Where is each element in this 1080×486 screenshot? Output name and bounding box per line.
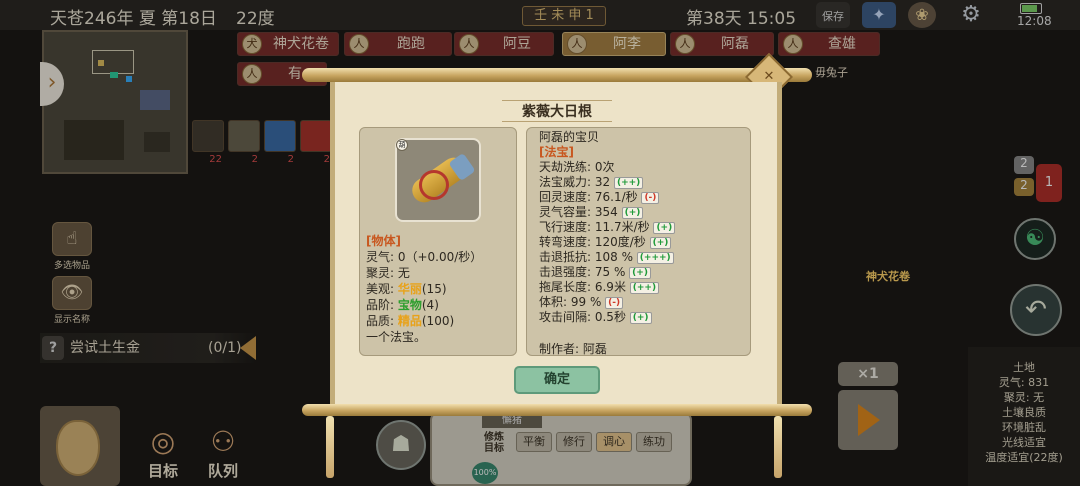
stat-row: 转弯速度: 120度/秒 (+) [539, 235, 675, 250]
stat-row: 拖尾长度: 6.9米 (++) [539, 280, 675, 295]
stat-row: 法宝威力: 32 (++) [539, 175, 675, 190]
stat-juling: 聚灵: 无 [366, 266, 410, 280]
stat-row: 灵气容量: 354 (+) [539, 205, 675, 220]
scroll-rod-bottom [302, 404, 812, 416]
stat-rating-mark: (-) [641, 192, 660, 204]
stat-rating-mark: (-) [605, 297, 624, 309]
stat-list: 天劫洗练: 0次 法宝威力: 32 (++) 回灵速度: 76.1/秒 (-) 灵气容… [539, 160, 676, 325]
stat-rating-mark: (+) [621, 207, 644, 219]
item-description: 一个法宝。 [366, 330, 427, 344]
stat-row: 体积: 99 % (-) [539, 295, 675, 310]
owner-label: 阿磊的宝贝 [539, 130, 600, 144]
stat-row: 击退抵抗: 108 % (+++) [539, 250, 675, 265]
item-tag: 葫 [396, 139, 408, 151]
stat-row: 回灵速度: 76.1/秒 (-) [539, 190, 675, 205]
stat-rating-mark: (++) [629, 282, 660, 294]
stat-row: 击退强度: 75 % (+) [539, 265, 675, 280]
item-image-frame: 葫 [395, 138, 481, 222]
stat-rating-mark: (+) [629, 312, 652, 324]
stat-row: 飞行速度: 11.7米/秒 (+) [539, 220, 676, 235]
stat-quality: 品质: 精品(100) [366, 314, 455, 328]
maker-label: 制作者: 阿磊 [539, 342, 607, 356]
scroll-rod-top [302, 68, 812, 82]
tassel-left [326, 416, 334, 478]
tassel-right [774, 416, 782, 478]
stat-rating-mark: (+) [649, 237, 672, 249]
stat-row: 天劫洗练: 0次 [539, 160, 615, 174]
rope-icon [419, 170, 449, 200]
stat-rating-mark: (+++) [636, 252, 674, 264]
treasure-stats-panel[interactable]: 阿磊的宝贝 [法宝] 天劫洗练: 0次 法宝威力: 32 (++) 回灵速度: 76… [526, 127, 751, 356]
dialog-title: 紫薇大日根 [502, 100, 612, 122]
stat-rating-mark: (+) [629, 267, 651, 279]
stat-row: 攻击间隔: 0.5秒 (+) [539, 310, 675, 325]
stat-beauty: 美观: 华丽(15) [366, 282, 447, 296]
stat-grade: 品阶: 宝物(4) [366, 298, 439, 312]
treasure-category: [法宝] [539, 145, 574, 159]
stat-rating-mark: (++) [613, 177, 644, 189]
stat-lingqi: 灵气: 0（+0.00/秒） [366, 250, 483, 264]
item-category: [物体] [366, 234, 401, 248]
confirm-button[interactable]: 确定 [514, 366, 600, 394]
stat-rating-mark: (+) [653, 222, 676, 234]
